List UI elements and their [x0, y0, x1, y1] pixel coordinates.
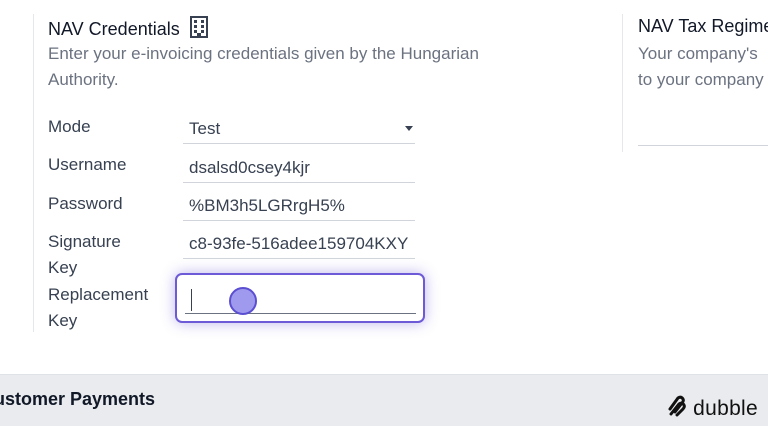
right-divider: [622, 14, 623, 152]
replacement-key-label: Replacement Key: [48, 282, 168, 334]
replacement-key-field[interactable]: [185, 283, 416, 314]
nav-credentials-description-2: Authority.: [48, 70, 119, 89]
replacement-key-label-line1: Replacement: [48, 285, 149, 304]
replacement-key-focus-ring[interactable]: [175, 273, 425, 323]
signature-key-label: Signature Key: [48, 229, 168, 281]
settings-page: NAV Credentials Enter your e-invoicing c…: [0, 0, 768, 426]
username-label: Username: [48, 155, 127, 174]
nav-tax-regime-title: NAV Tax Regime: [638, 16, 768, 36]
replacement-key-label-line2: Key: [48, 311, 78, 330]
customer-payments-title: ustomer Payments: [0, 389, 156, 409]
nav-tax-regime-description-2: to your company: [638, 70, 764, 89]
text-cursor: [191, 289, 192, 311]
signature-key-field[interactable]: c8-93fe-516adee159704KXY: [183, 229, 415, 259]
nav-tax-regime-description-1: Your company's: [638, 44, 758, 63]
customer-payments-section: ustomer Payments dubble: [0, 374, 768, 426]
dubble-brand-name: dubble: [693, 396, 758, 420]
nav-credentials-title-text: NAV Credentials: [48, 19, 180, 39]
username-field[interactable]: dsalsd0csey4kjr: [183, 153, 415, 183]
password-value: %BM3h5LGRrgH5%: [189, 195, 345, 215]
mode-label: Mode: [48, 117, 91, 136]
username-value: dsalsd0csey4kjr: [189, 157, 310, 177]
signature-key-label-line1: Signature: [48, 232, 121, 251]
password-field[interactable]: %BM3h5LGRrgH5%: [183, 191, 415, 221]
chevron-down-icon: [405, 126, 413, 131]
left-divider: [33, 14, 34, 332]
mode-select-value: Test: [189, 118, 221, 138]
click-indicator: [229, 287, 257, 315]
nav-credentials-description-1: Enter your e-invoicing credentials given…: [48, 44, 479, 63]
building-icon: [189, 16, 208, 43]
password-label: Password: [48, 194, 123, 213]
signature-key-value: c8-93fe-516adee159704KXY: [189, 233, 409, 253]
nav-tax-regime-field[interactable]: [638, 145, 768, 146]
mode-select[interactable]: Test: [183, 114, 415, 144]
nav-credentials-title: NAV Credentials: [48, 16, 208, 43]
dubble-watermark: dubble: [667, 395, 758, 422]
signature-key-label-line2: Key: [48, 258, 78, 277]
dubble-logo-icon: [667, 395, 687, 422]
